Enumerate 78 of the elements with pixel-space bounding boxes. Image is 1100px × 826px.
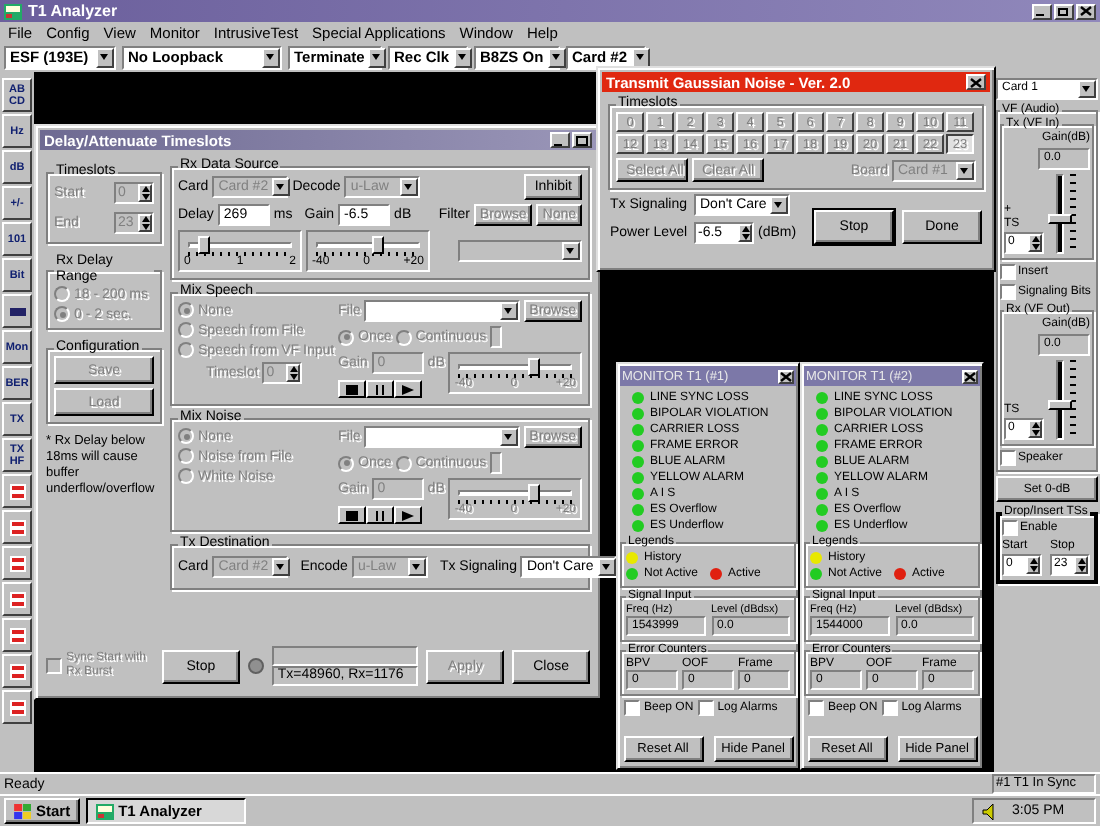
- tool-button[interactable]: [2, 690, 32, 724]
- tick-marks: [316, 252, 420, 256]
- close-icon: [970, 77, 982, 87]
- caret-icon: [262, 48, 280, 68]
- close-icon: [964, 371, 976, 381]
- checkbox[interactable]: [697, 700, 714, 716]
- maximize-button[interactable]: [572, 132, 592, 148]
- speaker-icon[interactable]: [982, 803, 1000, 819]
- minimize-button[interactable]: [550, 132, 570, 148]
- app-icon: [4, 3, 22, 19]
- spin-arrows-icon: [1026, 556, 1040, 574]
- checkbox[interactable]: [1000, 284, 1016, 300]
- pause-icon: [372, 509, 388, 521]
- spin-arrows-icon: [1028, 420, 1042, 438]
- caret-icon: [547, 48, 566, 68]
- restore-icon: [1058, 6, 1070, 16]
- tick-marks: [1070, 360, 1076, 440]
- checkbox[interactable]: [881, 700, 898, 716]
- close-icon: [780, 371, 792, 381]
- caret-icon: [96, 48, 114, 68]
- maximize-icon: [576, 135, 588, 145]
- caret-icon: [562, 242, 580, 260]
- tick-marks: [458, 374, 572, 378]
- caret-icon: [272, 178, 291, 196]
- tool-button[interactable]: [2, 546, 32, 580]
- play-icon: [400, 383, 416, 395]
- tool-icon: [7, 589, 27, 609]
- checkbox[interactable]: [1000, 450, 1016, 466]
- close-button[interactable]: [778, 369, 794, 383]
- close-icon: [1080, 6, 1092, 16]
- spin-arrows-icon: [286, 364, 301, 382]
- tool-icon: [7, 625, 27, 645]
- minimize-button[interactable]: [1032, 3, 1052, 19]
- slider-thumb[interactable]: [197, 236, 209, 254]
- caret-icon: [400, 178, 419, 196]
- spin-arrows-icon: [738, 224, 752, 242]
- close-button[interactable]: [962, 369, 978, 383]
- caret-icon: [407, 558, 426, 576]
- tool-icon: [7, 697, 27, 717]
- window-title: T1 Analyzer: [28, 2, 118, 20]
- tool-button[interactable]: [2, 618, 32, 652]
- tool-button[interactable]: [2, 510, 32, 544]
- checkbox[interactable]: [1000, 264, 1016, 280]
- stop-icon: [344, 509, 360, 521]
- restore-button[interactable]: [1054, 3, 1074, 19]
- slider-thumb[interactable]: [372, 236, 384, 254]
- play-icon: [400, 509, 416, 521]
- tool-icon: [7, 481, 27, 501]
- slider-thumb[interactable]: [1048, 213, 1072, 224]
- slider-thumb[interactable]: [1048, 399, 1072, 410]
- app-icon: [96, 803, 115, 819]
- checkbox[interactable]: [624, 700, 640, 716]
- tool-button[interactable]: [2, 294, 32, 328]
- spin-arrows-icon: [1028, 234, 1042, 252]
- checkbox[interactable]: [808, 700, 824, 716]
- tick-marks: [1070, 174, 1076, 254]
- tool-icon: [7, 661, 27, 681]
- caret-icon: [770, 196, 789, 214]
- stop-icon: [344, 383, 360, 395]
- tool-button[interactable]: [2, 654, 32, 688]
- tool-button[interactable]: [2, 582, 32, 616]
- windows-logo-icon: [14, 803, 32, 819]
- caret-icon: [499, 428, 518, 446]
- spin-arrows-icon: [1074, 556, 1088, 574]
- status-led-icon: [247, 658, 264, 674]
- caret-icon: [368, 48, 387, 68]
- pause-icon: [372, 383, 388, 395]
- caret-icon: [499, 302, 518, 320]
- tick-marks: [458, 500, 572, 504]
- tick-marks: [188, 252, 292, 256]
- checkbox[interactable]: [1002, 520, 1018, 536]
- tool-icon: [7, 517, 27, 537]
- dropdown[interactable]: [458, 240, 582, 262]
- caret-icon: [272, 558, 291, 576]
- caret-icon: [453, 48, 472, 68]
- tool-button[interactable]: [2, 474, 32, 508]
- caret-icon: [956, 161, 974, 179]
- tool-icon: [7, 553, 27, 573]
